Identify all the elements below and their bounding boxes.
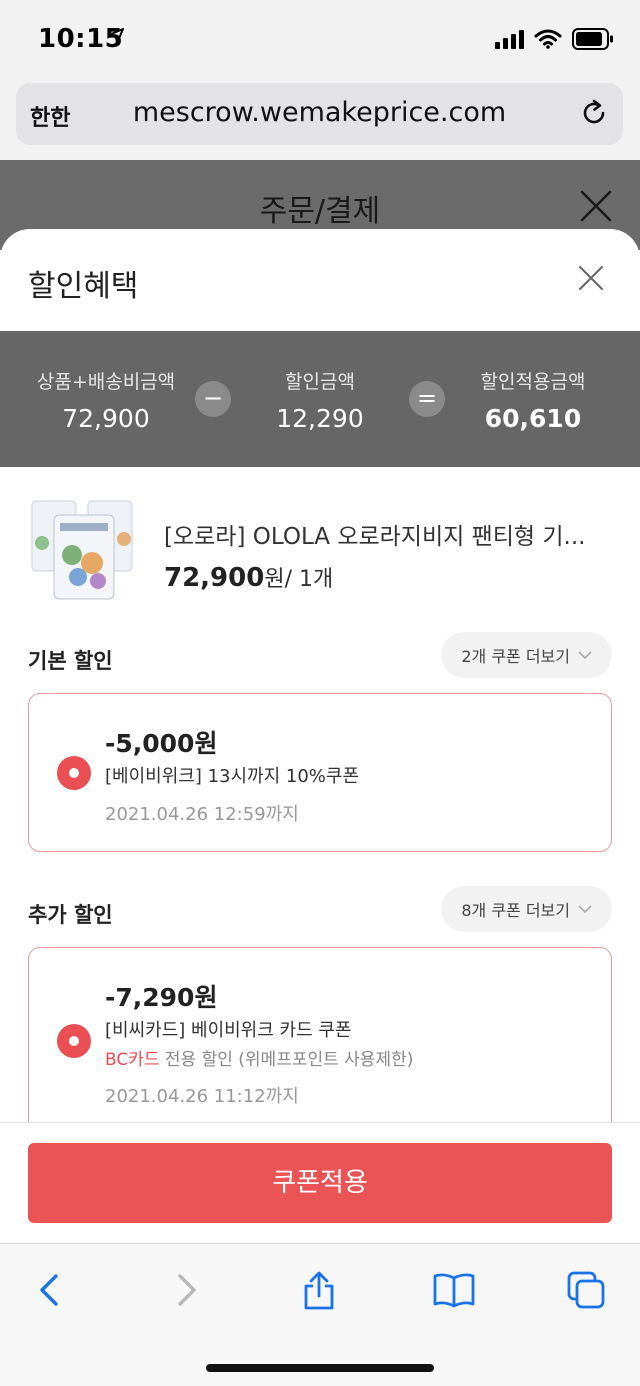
url-text[interactable]: mescrow.wemakeprice.com [16,97,623,128]
coupon-amount: -7,290원 [105,983,218,1012]
summary-discount-value: 12,290 [276,404,364,433]
apply-coupon-button[interactable]: 쿠폰적용 [28,1143,612,1223]
chevron-down-icon [578,905,592,914]
browser-toolbar [0,1243,640,1386]
minus-icon: − [195,381,231,417]
equals-icon: = [409,381,445,417]
close-icon[interactable] [578,265,604,291]
product-name: [오로라] OLOLA 오로라지비지 팬티형 기... [164,524,586,550]
tabs-icon[interactable] [566,1270,606,1310]
coupon-note: BC카드 전용 할인 (위메프포인트 사용제한) [105,1045,413,1070]
status-icons [495,28,614,50]
product-image [31,500,133,600]
share-icon[interactable] [299,1270,339,1310]
extra-more-label: 8개 쿠폰 더보기 [461,901,570,920]
extra-discount-title: 추가 할인 [28,903,113,927]
coupon-name: [베이비위크] 13시까지 10%쿠폰 [105,766,359,787]
summary-final-value: 60,610 [484,404,582,433]
wifi-icon [534,29,562,49]
product-price-value: 72,900 [164,563,265,593]
extra-coupon-card[interactable]: -7,290원 [비씨카드] 베이비위크 카드 쿠폰 BC카드 전용 할인 (위… [28,947,612,1147]
extra-more-coupons-button[interactable]: 8개 쿠폰 더보기 [441,886,612,932]
summary-total-label: 상품+배송비금액 [36,371,176,393]
status-bar: 10:15 [0,0,640,80]
address-bar[interactable]: 한한 mescrow.wemakeprice.com [16,83,623,145]
signal-icon [495,29,524,49]
coupon-expiry: 2021.04.26 12:59까지 [105,804,299,825]
close-icon[interactable] [580,190,612,222]
basic-more-coupons-button[interactable]: 2개 쿠폰 더보기 [441,632,612,678]
apply-bar: 쿠폰적용 [0,1122,640,1243]
coupon-radio-selected[interactable] [57,1024,91,1058]
coupon-name: [비씨카드] 베이비위크 카드 쿠폰 [105,1020,352,1041]
basic-discount-title: 기본 할인 [28,649,113,673]
summary-final: 할인적용금액 60,610 [443,367,623,433]
home-indicator [206,1364,434,1372]
coupon-expiry: 2021.04.26 11:12까지 [105,1086,299,1107]
back-icon[interactable] [30,1270,70,1310]
coupon-note-highlight: BC카드 [105,1050,160,1070]
product-price-unit: 원/ 1개 [264,567,334,592]
summary-final-label: 할인적용금액 [480,371,586,393]
sheet-title: 할인혜택 [28,269,139,304]
summary-total-value: 72,900 [62,404,150,433]
page-title: 주문/결제 [259,194,381,229]
summary-discount-label: 할인금액 [285,371,355,393]
coupon-radio-selected[interactable] [57,756,91,790]
battery-icon [572,28,613,50]
discount-sheet: 할인혜택 상품+배송비금액 72,900 − 할인금액 12,290 = 할인적… [0,229,640,1386]
bookmarks-icon[interactable] [432,1270,476,1310]
price-summary: 상품+배송비금액 72,900 − 할인금액 12,290 = 할인적용금액 6… [0,331,640,467]
basic-more-label: 2개 쿠폰 더보기 [461,647,570,666]
summary-total: 상품+배송비금액 72,900 [16,367,196,433]
browser-address-area: 한한 mescrow.wemakeprice.com [0,80,640,160]
coupon-amount: -5,000원 [105,729,218,758]
chevron-down-icon [578,651,592,660]
summary-discount: 할인금액 12,290 [230,367,410,433]
basic-coupon-card[interactable]: -5,000원 [베이비위크] 13시까지 10%쿠폰 2021.04.26 1… [28,693,612,852]
product-price: 72,900원/ 1개 [164,561,333,593]
forward-icon[interactable] [166,1270,206,1310]
reload-icon[interactable] [579,98,609,128]
location-arrow-icon [108,28,124,44]
coupon-note-rest: 전용 할인 (위메프포인트 사용제한) [159,1050,414,1070]
